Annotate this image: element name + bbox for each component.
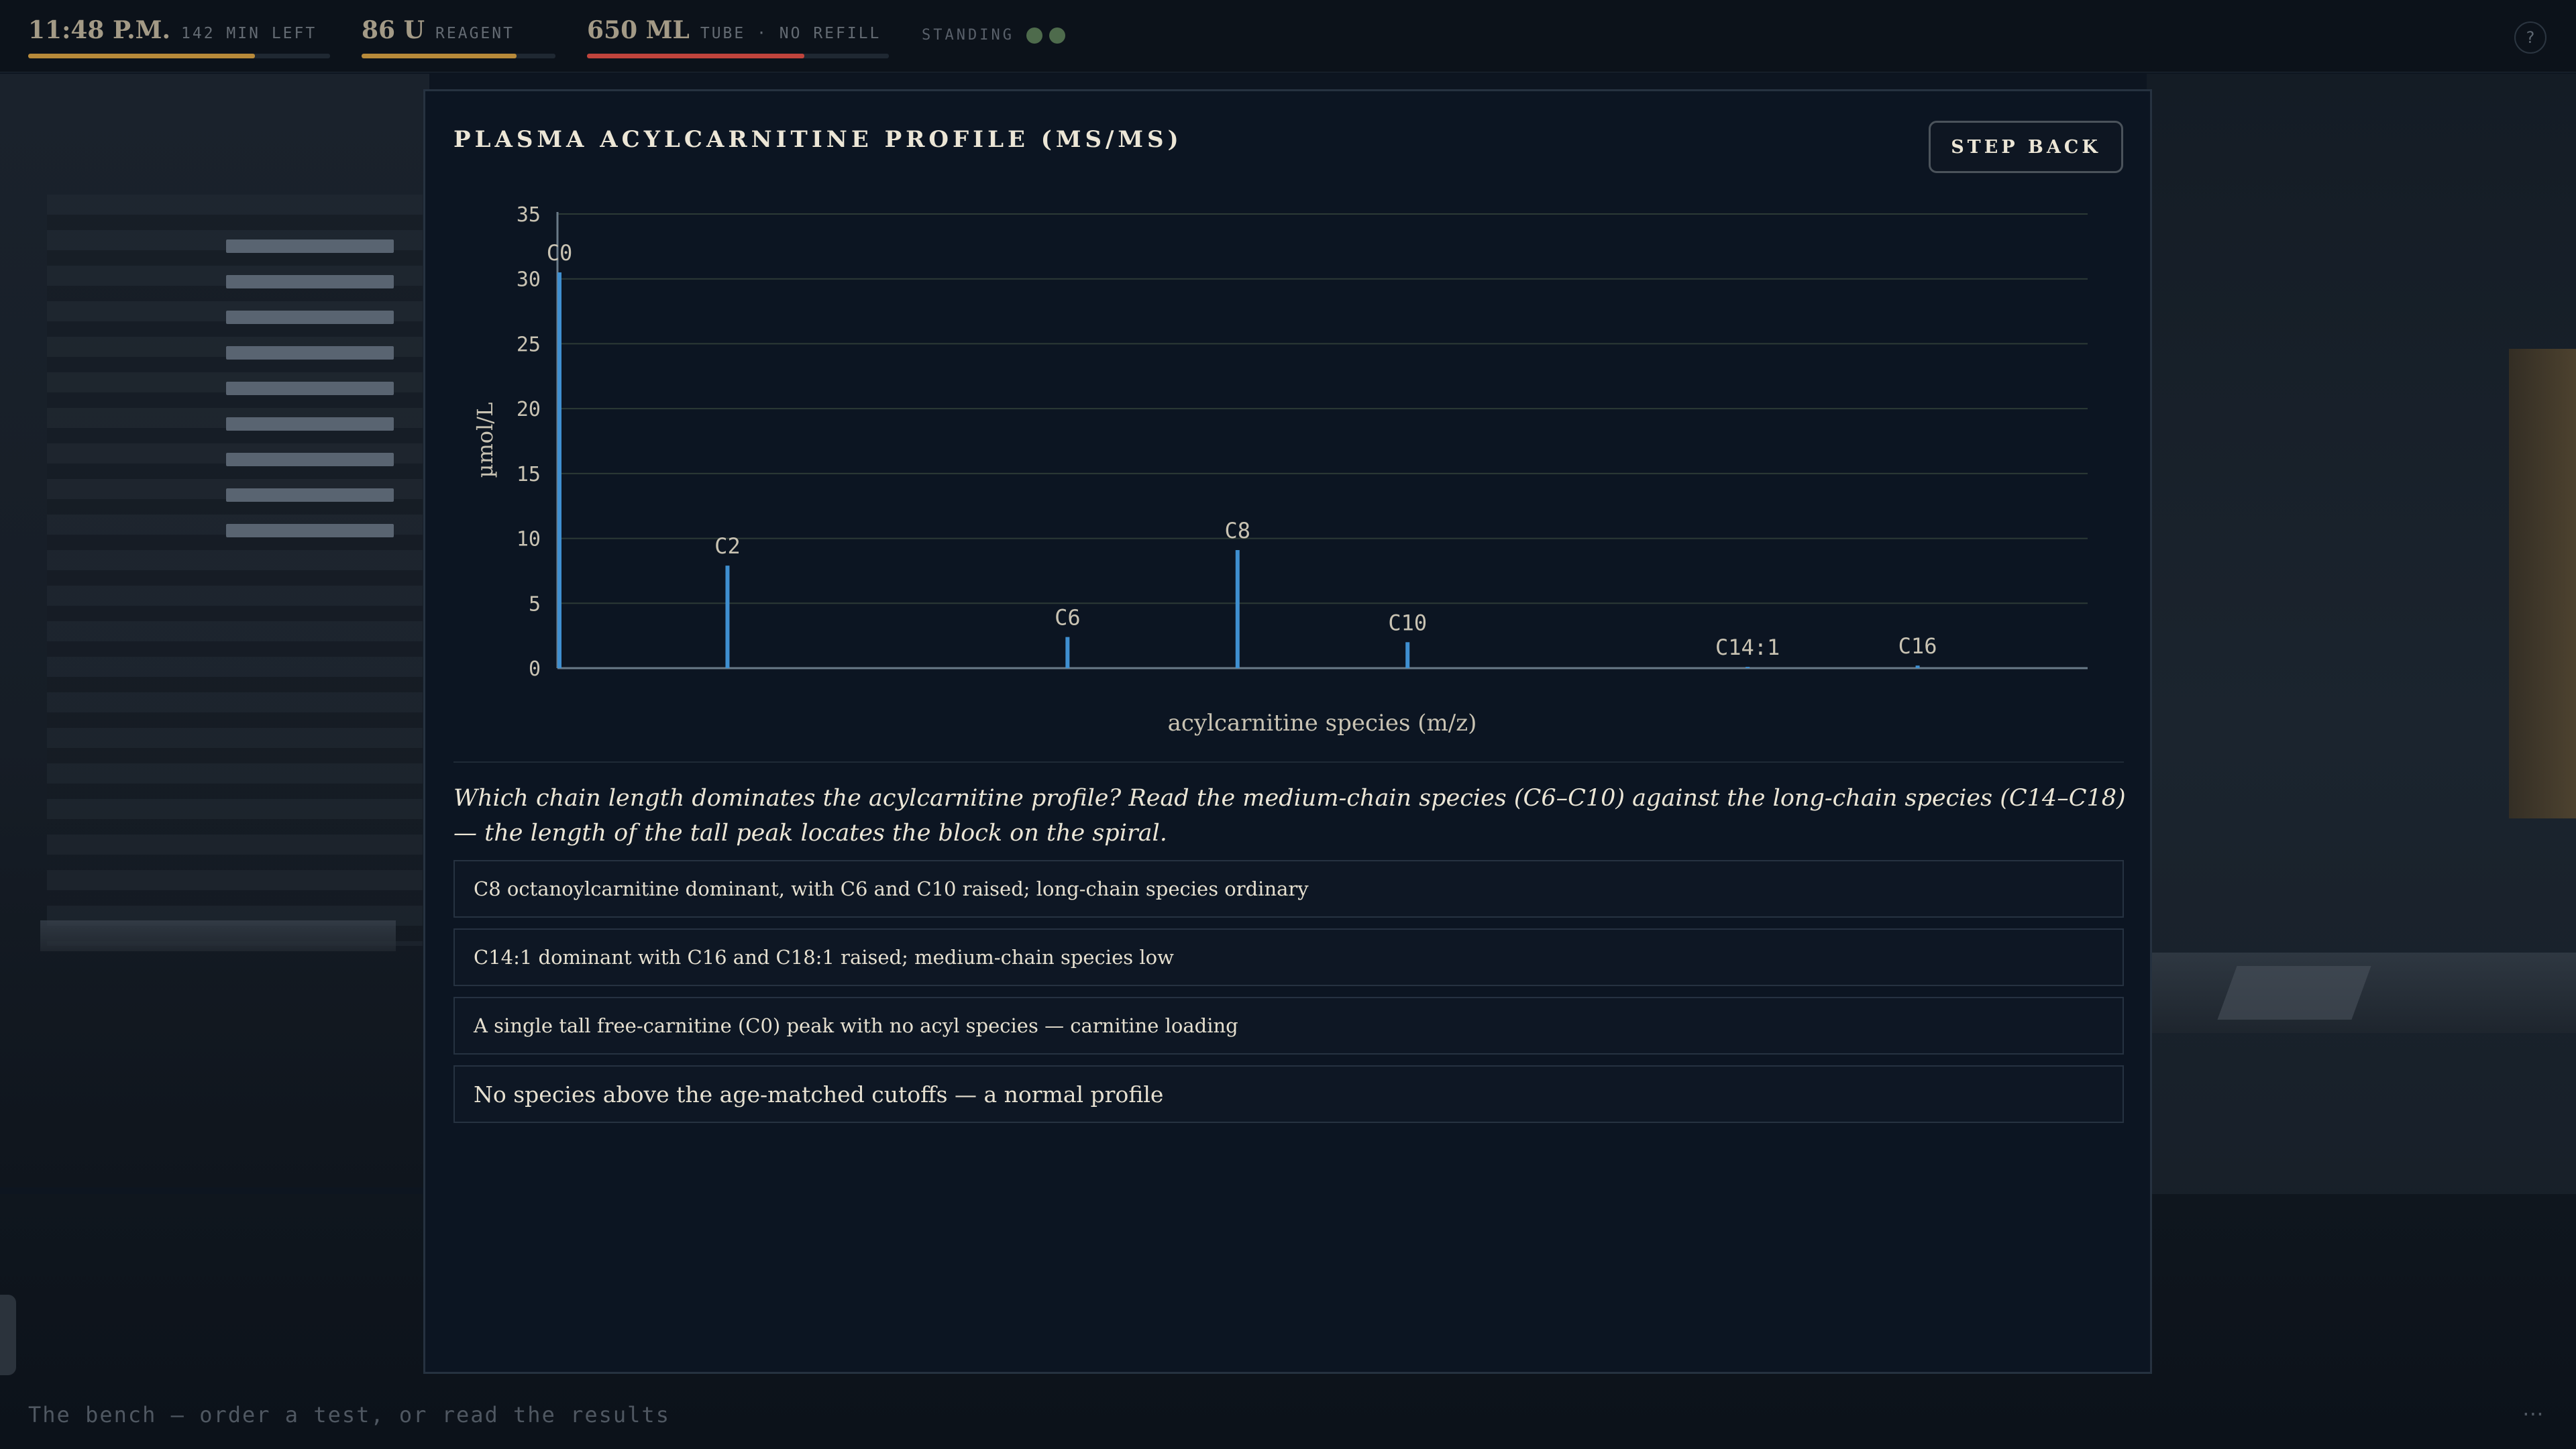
standing-indicator: STANDING [922,27,1065,44]
hud-bar: 11:48 P.M. 142 MIN LEFT 86 U REAGENT 650… [0,0,2576,72]
tube-readout: 650 ML TUBE · NO REFILL [587,16,881,44]
blind-slat [226,417,394,431]
bar-label-c16: C16 [1898,633,1937,659]
chart-bar-labels: C0 C2 C6 C8 C10 C14:1 C16 [547,240,1937,660]
answer-option-4[interactable]: No species above the age-matched cutoffs… [453,1065,2124,1123]
y-tick-label: 35 [517,203,541,227]
time-progress-fill [28,54,255,58]
bar-c0 [557,272,561,668]
y-tick-label: 25 [517,333,541,356]
x-axis-label: acylcarnitine species (m/z) [1168,710,1477,737]
more-menu-icon[interactable]: ⋯ [2522,1401,2545,1426]
y-tick-label: 10 [517,528,541,551]
standing-dot [1026,27,1042,44]
blind-slat [226,453,394,466]
bar-c6 [1065,637,1070,668]
y-tick-label: 0 [529,657,541,681]
answer-option-3[interactable]: A single tall free-carnitine (C0) peak w… [453,997,2124,1055]
time-progress-bar [28,54,330,58]
bar-c8 [1235,549,1240,668]
status-line: The bench — order a test, or read the re… [28,1402,670,1428]
y-tick-label: 15 [517,463,541,486]
bar-c16 [1915,665,1920,668]
blind-slat [226,275,394,288]
bar-label-c10: C10 [1388,610,1427,635]
bar-c14-1 [1746,667,1750,668]
chart-y-ticks: 0 5 10 15 20 25 30 35 [517,203,541,681]
standing-label: STANDING [922,27,1014,44]
bar-label-c6: C6 [1055,605,1081,631]
acylcarnitine-profile-modal: PLASMA ACYLCARNITINE PROFILE (MS/MS) STE… [423,89,2152,1374]
reagent-label: REAGENT [435,25,515,42]
bench-handle [0,1295,16,1375]
time-left-label: 142 MIN LEFT [181,25,317,42]
reagent-progress-fill [362,54,517,58]
blind-slat [226,488,394,502]
corkboard [2509,349,2576,818]
time-readout: 11:48 P.M. 142 MIN LEFT [28,16,317,44]
window-blinds [47,195,423,946]
tube-value: 650 ML [587,16,690,44]
chart-bars [557,272,1920,668]
blind-slat [226,346,394,360]
help-button[interactable]: ? [2514,21,2546,54]
tube-label: TUBE · NO REFILL [700,25,881,42]
tube-progress-fill [587,54,804,58]
reagent-readout: 86 U REAGENT [362,16,515,44]
window-sill [40,920,396,951]
reagent-value: 86 U [362,16,425,44]
blind-slat [226,311,394,324]
answer-option-2[interactable]: C14:1 dominant with C16 and C18:1 raised… [453,928,2124,986]
section-divider [453,761,2124,763]
tube-progress-bar [587,54,889,58]
desk-paper [2217,966,2371,1020]
y-tick-label: 5 [529,592,541,616]
question-prompt: Which chain length dominates the acylcar… [453,785,2126,847]
bar-label-c2: C2 [714,533,741,559]
bar-c2 [725,566,730,668]
answer-option-1[interactable]: C8 octanoylcarnitine dominant, with C6 a… [453,860,2124,918]
clock-time: 11:48 P.M. [28,16,171,44]
bar-label-c8: C8 [1225,518,1251,543]
bar-label-c0: C0 [547,240,573,266]
standing-dot [1049,27,1065,44]
y-tick-label: 20 [517,398,541,421]
y-axis-label: µmol/L [472,402,498,478]
desk-surface [2147,953,2576,1033]
reagent-progress-bar [362,54,555,58]
chart-gridlines [557,213,2088,604]
acylcarnitine-chart: 0 5 10 15 20 25 30 35 C0 C2 C6 C8 C10 C14:1 C16 µmol/… [472,203,2088,737]
y-tick-label: 30 [517,268,541,292]
blind-slat [226,524,394,537]
bar-label-c14-1: C14:1 [1715,635,1780,660]
bar-c10 [1405,642,1410,668]
blind-slat [226,382,394,395]
blind-slat [226,239,394,253]
